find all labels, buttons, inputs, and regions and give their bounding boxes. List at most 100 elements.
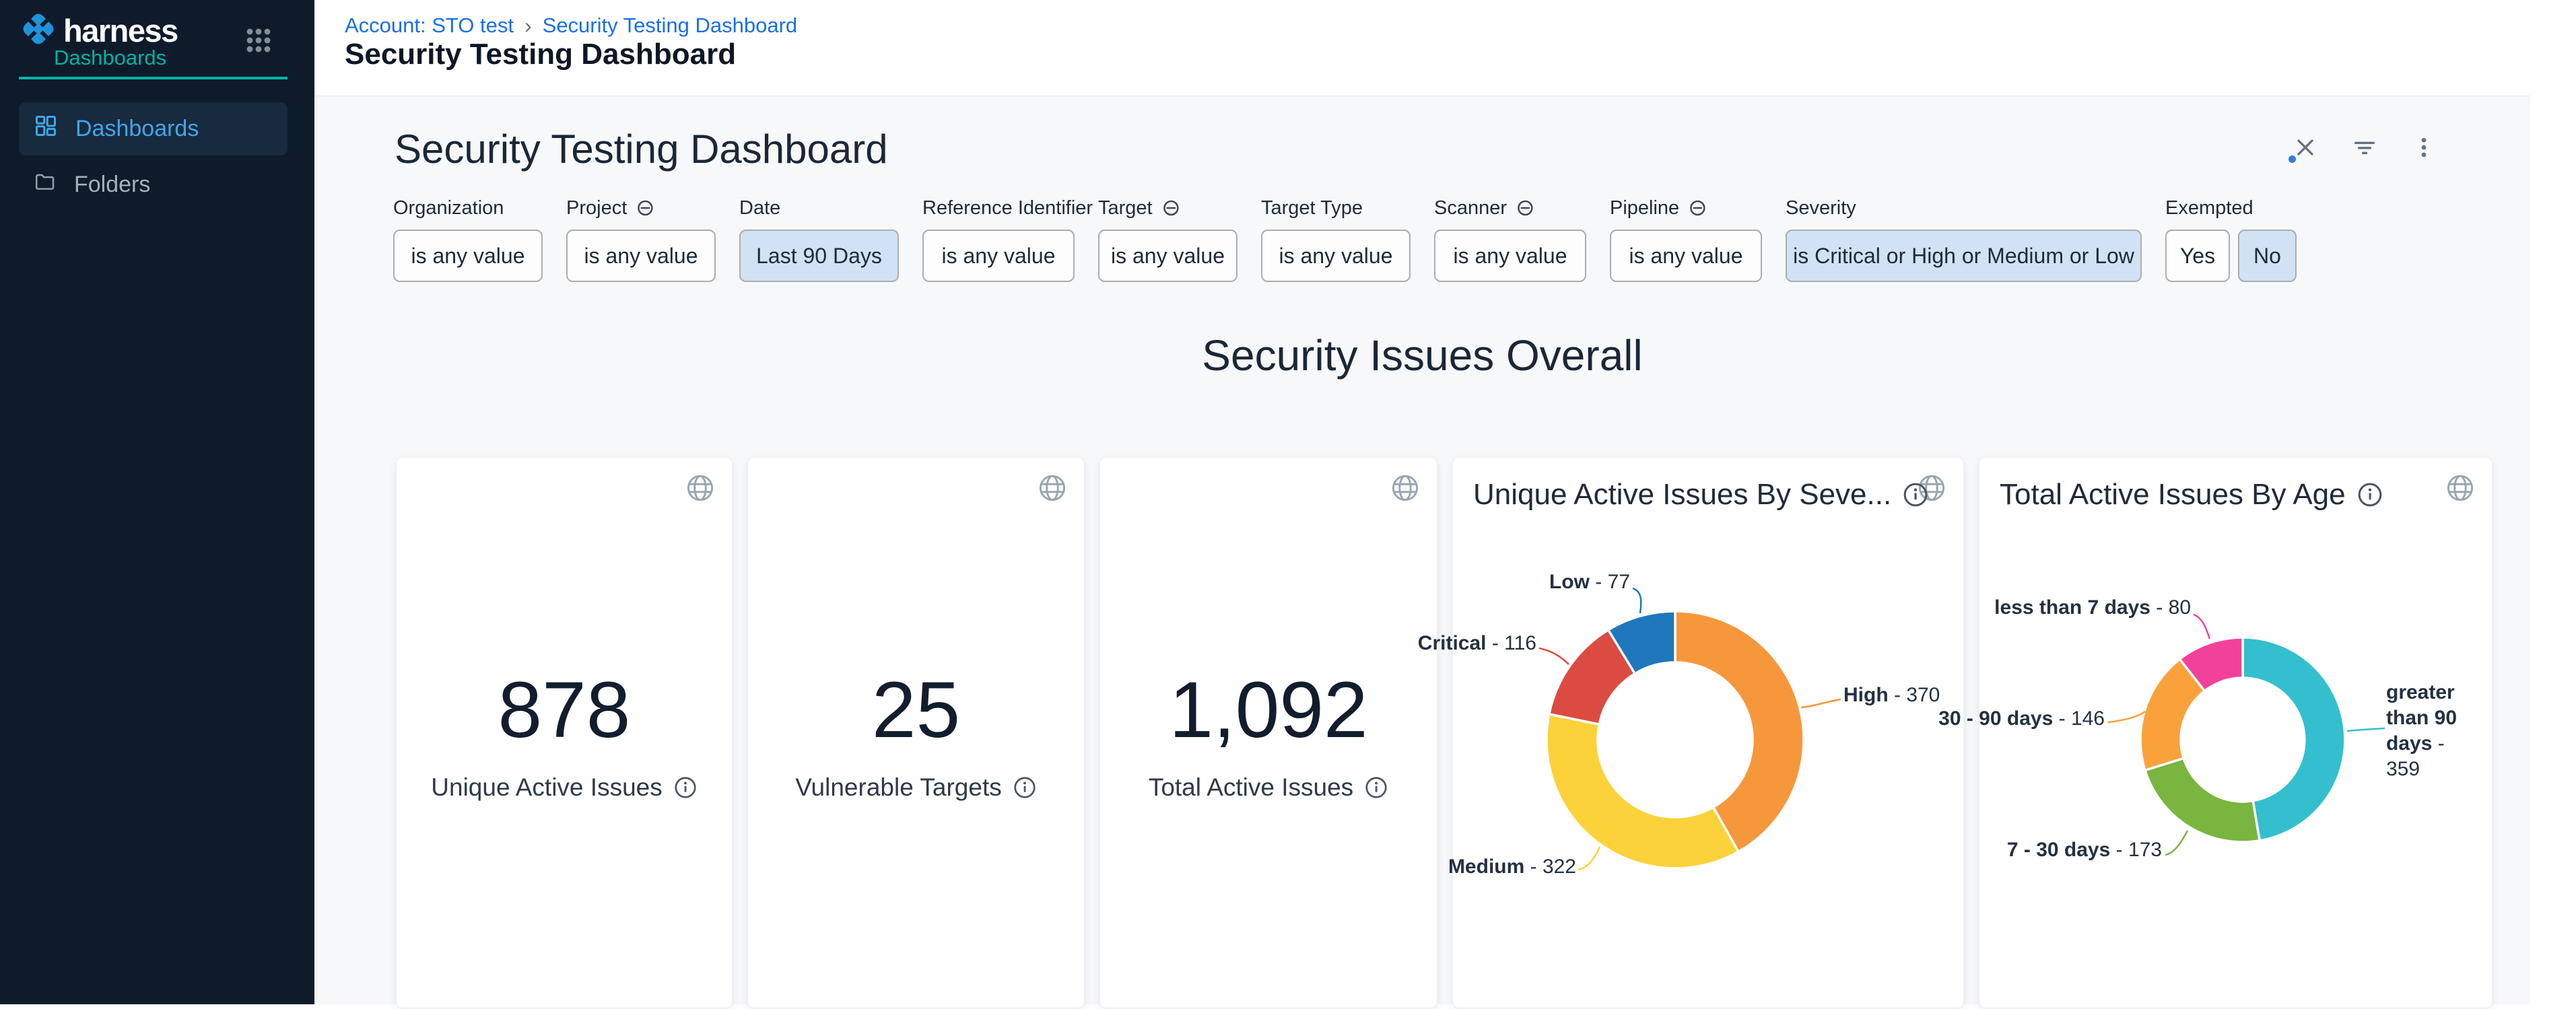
info-icon[interactable] bbox=[1364, 775, 1388, 800]
chevron-right-icon: › bbox=[524, 15, 532, 36]
linked-filter-icon bbox=[1516, 198, 1536, 218]
filter-chip-target-type[interactable]: is any value bbox=[1261, 230, 1411, 282]
filter-chip-organization[interactable]: is any value bbox=[393, 230, 543, 282]
info-icon[interactable] bbox=[673, 775, 698, 800]
filter-severity: Severity is Critical or High or Medium or… bbox=[1786, 196, 2142, 282]
info-icon[interactable] bbox=[2357, 481, 2383, 508]
linked-filter-icon bbox=[636, 198, 656, 218]
chart-title: Total Active Issues By Age bbox=[2000, 478, 2383, 512]
filter-label-target-type: Target Type bbox=[1261, 196, 1411, 220]
sidebar-item-dashboards[interactable]: Dashboards bbox=[19, 102, 287, 155]
filter-bar: Organization is any value Project is any va… bbox=[393, 196, 2297, 282]
donut-label-7-30-days: 7 - 30 days - 173 bbox=[2007, 839, 2162, 862]
filter-chip-no[interactable]: No bbox=[2238, 230, 2297, 282]
filter-label-reference-identifier: Reference Identifier bbox=[922, 196, 1075, 220]
dashboard-title: Security Testing Dashboard bbox=[395, 126, 888, 172]
sidebar: harness Dashboards Dashboards bbox=[0, 0, 314, 1004]
filter-target: Target is any value bbox=[1098, 196, 1238, 282]
filter-chip-reference-identifier[interactable]: is any value bbox=[922, 230, 1075, 282]
label-leader-line bbox=[1578, 847, 1600, 870]
filter-label-exempted: Exempted bbox=[2165, 196, 2297, 220]
donut-chart bbox=[1453, 458, 1965, 1009]
page-title: Security Testing Dashboard bbox=[345, 38, 736, 71]
sidebar-nav: Dashboards Folders bbox=[19, 102, 287, 211]
filter-target-type: Target Type is any value bbox=[1261, 196, 1411, 282]
dashboard-panel: Security Testing Dashboard Organization i… bbox=[314, 96, 2530, 1004]
close-icon[interactable] bbox=[2292, 134, 2319, 161]
breadcrumb-dashboard-link[interactable]: Security Testing Dashboard bbox=[543, 13, 798, 38]
filter-project: Project is any value bbox=[566, 196, 716, 282]
sidebar-item-label: Folders bbox=[74, 172, 150, 198]
filter-label-date: Date bbox=[739, 196, 899, 220]
folder-icon bbox=[34, 170, 57, 199]
donut-label-medium: Medium - 322 bbox=[1448, 856, 1576, 878]
stat-card-total-active-issues: 1,092 Total Active Issues bbox=[1099, 457, 1437, 1008]
stat-card-unique-active-issues: 878Unique Active Issues bbox=[396, 457, 733, 1008]
sidebar-divider bbox=[19, 77, 287, 79]
stat-card-vulnerable-targets: 25Vulnerable Targets bbox=[747, 457, 1085, 1008]
filter-chip-date[interactable]: Last 90 Days bbox=[739, 230, 899, 282]
donut-label-less-than-7-days: less than 7 days - 80 bbox=[1994, 596, 2191, 619]
filter-label-organization: Organization bbox=[393, 196, 543, 220]
label-leader-line bbox=[2165, 831, 2188, 855]
donut-label-greater-than-90-days: greater than 90 days - 359 bbox=[2386, 680, 2470, 782]
label-leader-line bbox=[1801, 699, 1841, 707]
topbar: Account: STO test › Security Testing Das… bbox=[314, 0, 2576, 96]
donut-slice-greater-than-90-days[interactable] bbox=[2243, 637, 2345, 841]
info-icon[interactable] bbox=[1902, 481, 1929, 508]
filter-chip-pipeline[interactable]: is any value bbox=[1610, 230, 1762, 282]
stat-label: Total Active Issues bbox=[1149, 773, 1388, 802]
filter-exempted: Exempted YesNo bbox=[2165, 196, 2297, 282]
filter-date: Date Last 90 Days bbox=[739, 196, 899, 282]
filter-reference-identifier: Reference Identifier is any value bbox=[922, 196, 1075, 282]
filter-chip-scanner[interactable]: is any value bbox=[1434, 230, 1586, 282]
label-leader-line bbox=[2347, 728, 2385, 731]
sidebar-item-label: Dashboards bbox=[75, 116, 199, 142]
filter-organization: Organization is any value bbox=[393, 196, 543, 282]
filter-toggle-exempted: YesNo bbox=[2165, 230, 2297, 282]
donut-slice-medium[interactable] bbox=[1547, 714, 1738, 868]
kebab-menu-icon[interactable] bbox=[2410, 134, 2437, 161]
label-leader-line bbox=[2108, 711, 2145, 722]
donut-label-high: High - 370 bbox=[1843, 684, 1940, 707]
scrollbar-rail[interactable] bbox=[2530, 96, 2576, 1004]
dashboard-actions bbox=[2292, 134, 2437, 161]
filter-label-severity: Severity bbox=[1786, 196, 2142, 220]
linked-filter-icon bbox=[1161, 198, 1182, 218]
label-leader-line bbox=[1633, 588, 1641, 613]
label-leader-line bbox=[2194, 615, 2210, 639]
filter-chip-project[interactable]: is any value bbox=[566, 230, 716, 282]
chart-card-unique-active-issues-by-seve: Unique Active Issues By Seve... High - 37… bbox=[1452, 457, 1964, 1008]
stat-value: 1,092 bbox=[1169, 664, 1367, 756]
stat-content: 25Vulnerable Targets bbox=[748, 458, 1084, 1008]
filter-icon[interactable] bbox=[2351, 134, 2378, 161]
stat-content: 878Unique Active Issues bbox=[397, 458, 732, 1008]
filter-chip-severity[interactable]: is Critical or High or Medium or Low bbox=[1786, 230, 2142, 282]
chart-title-text: Unique Active Issues By Seve... bbox=[1473, 478, 1891, 512]
filter-scanner: Scanneris any value bbox=[1434, 196, 1586, 282]
section-title: Security Issues Overall bbox=[314, 330, 2530, 380]
stat-value: 25 bbox=[872, 664, 960, 756]
filter-label-project: Project bbox=[566, 196, 716, 220]
filter-label-target: Target bbox=[1098, 196, 1238, 220]
mouse-cursor-dot bbox=[2289, 155, 2296, 163]
module-grid-icon[interactable] bbox=[246, 28, 271, 56]
filter-chip-target[interactable]: is any value bbox=[1098, 230, 1238, 282]
chart-card-total-active-issues-by-age: Total Active Issues By Age greater than 9… bbox=[1979, 457, 2493, 1008]
chart-title-text: Total Active Issues By Age bbox=[2000, 478, 2346, 512]
chart-title: Unique Active Issues By Seve... bbox=[1473, 478, 1929, 512]
filter-label-pipeline: Pipeline bbox=[1610, 196, 1762, 220]
dashboards-icon bbox=[34, 114, 58, 144]
breadcrumb-account-link[interactable]: Account: STO test bbox=[345, 13, 514, 38]
donut-slice-7-30-days[interactable] bbox=[2145, 758, 2260, 842]
label-leader-line bbox=[1539, 648, 1569, 664]
donut-label-low: Low - 77 bbox=[1549, 571, 1630, 594]
info-icon[interactable] bbox=[1013, 775, 1037, 800]
filter-chip-yes[interactable]: Yes bbox=[2165, 230, 2230, 282]
linked-filter-icon bbox=[1688, 198, 1708, 218]
sidebar-item-folders[interactable]: Folders bbox=[19, 158, 287, 211]
cards-row: 878Unique Active Issues25Vulnerable Targ… bbox=[396, 457, 2493, 1008]
harness-logo-icon bbox=[19, 9, 58, 52]
harness-dashboard-page: { "sidebar": { "brand": "harness", "prod… bbox=[0, 0, 2576, 1004]
filter-pipeline: Pipeline is any value bbox=[1610, 196, 1762, 282]
